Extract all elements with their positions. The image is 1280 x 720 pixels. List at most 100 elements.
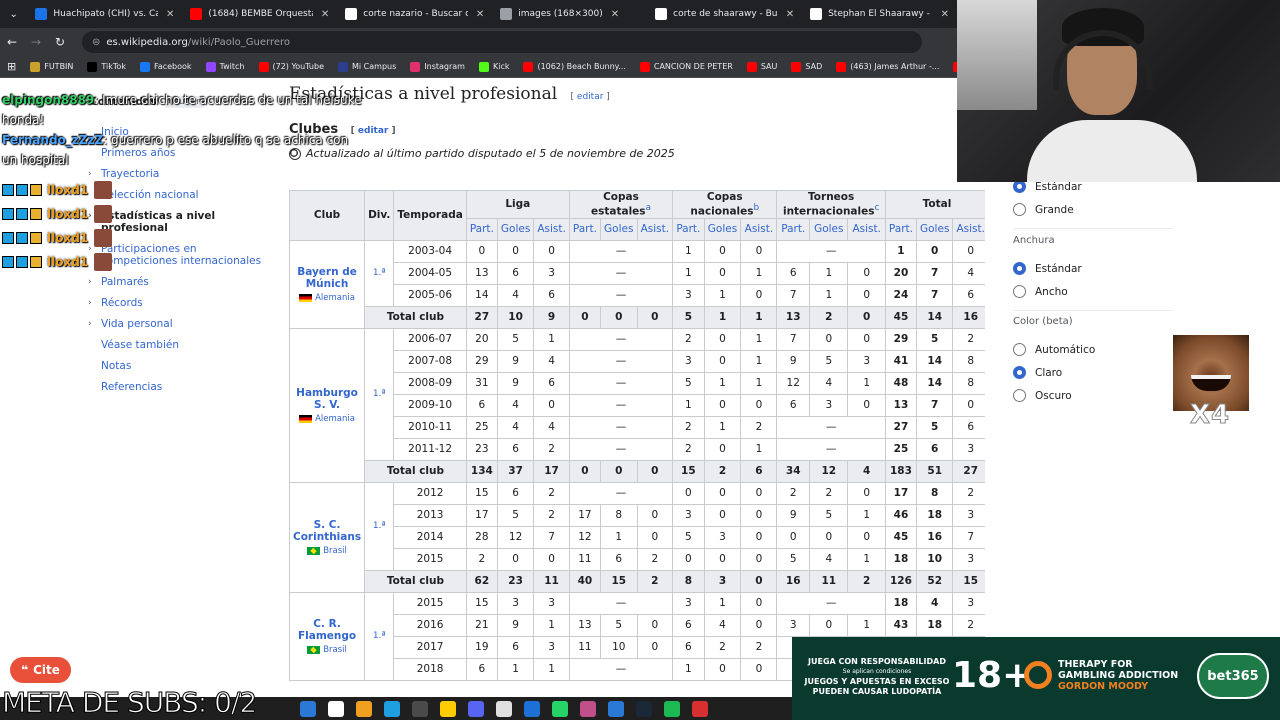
taskbar-app-icon[interactable]: [636, 700, 652, 717]
tab-title: Huachipato (CHI) vs. Carabobo: [53, 9, 158, 19]
bookmark-item[interactable]: Kick: [472, 61, 517, 72]
tab-close-icon[interactable]: ✕: [786, 9, 794, 20]
taskbar-app-icon[interactable]: [384, 700, 400, 717]
bookmark-item[interactable]: SAU: [740, 61, 785, 72]
toc-item[interactable]: › Vida personal: [88, 318, 270, 330]
note-a-link[interactable]: a: [646, 203, 651, 213]
stat-cell: 4: [496, 283, 535, 307]
browser-tab[interactable]: images (168×300) ✕: [492, 0, 647, 28]
color-auto-option[interactable]: Automático: [1013, 343, 1095, 356]
width-wide-option[interactable]: Ancho: [1013, 285, 1068, 298]
country-link[interactable]: Brasil: [323, 546, 347, 556]
bookmark-item[interactable]: Facebook: [133, 61, 199, 72]
radio-icon[interactable]: [1013, 285, 1026, 298]
browser-tab[interactable]: Huachipato (CHI) vs. Carabobo ✕: [27, 0, 182, 28]
tab-title: corte nazario - Buscar con Goo: [363, 9, 468, 19]
edit-link-text[interactable]: editar: [577, 92, 604, 102]
browser-tab[interactable]: (1684) BEMBE Orquesta - El Co ✕: [182, 0, 337, 28]
tab-close-icon[interactable]: ✕: [166, 9, 174, 20]
club-name-link[interactable]: C. R. Flamengo: [293, 618, 361, 642]
bookmark-item[interactable]: TikTok: [80, 61, 133, 72]
bookmark-item[interactable]: (463) James Arthur -...: [829, 61, 946, 72]
bookmark-item[interactable]: (1062) Beach Bunny...: [516, 61, 632, 72]
taskbar-app-icon[interactable]: [412, 700, 428, 717]
division-link[interactable]: 1.ª: [364, 481, 395, 571]
stat-cell: 18: [915, 613, 954, 637]
stat-cell: 0: [847, 283, 886, 307]
browser-tab[interactable]: corte nazario - Buscar con Goo ✕: [337, 0, 492, 28]
toc-item[interactable]: › Récords: [88, 297, 270, 309]
chevron-right-icon[interactable]: ›: [88, 276, 92, 288]
taskbar-app-icon[interactable]: [664, 700, 680, 717]
taskbar-app-icon[interactable]: [468, 700, 484, 717]
radio-selected-icon[interactable]: [1013, 366, 1026, 379]
text-size-large-option[interactable]: Grande: [1013, 203, 1074, 216]
bookmark-item[interactable]: Twitch: [199, 61, 252, 72]
site-info-icon[interactable]: ⊜: [92, 37, 100, 48]
tab-close-icon[interactable]: ✕: [611, 9, 619, 20]
division-link[interactable]: 1.ª: [364, 591, 395, 681]
country-link[interactable]: Alemania: [315, 293, 355, 303]
toc-item[interactable]: Notas: [90, 360, 270, 372]
club-name-link[interactable]: Hamburgo S. V.: [293, 387, 361, 411]
edit-link-text[interactable]: editar: [358, 126, 388, 136]
division-link[interactable]: 1.ª: [364, 327, 395, 461]
apps-icon[interactable]: ⊞: [0, 60, 23, 73]
badge-icon: [16, 256, 28, 268]
taskbar-app-icon[interactable]: [300, 700, 316, 717]
reload-icon[interactable]: ↻: [48, 35, 72, 49]
tab-search-icon[interactable]: ⌄: [0, 9, 27, 20]
browser-tab[interactable]: Stephan El Shaarawy - Wikiped ✕: [802, 0, 957, 28]
taskbar-app-icon[interactable]: [580, 700, 596, 717]
stat-cell: 11: [568, 635, 601, 659]
empty-group-cell: —: [568, 371, 674, 395]
toc-item[interactable]: Referencias: [90, 381, 270, 393]
section-edit-link[interactable]: [ editar ]: [571, 92, 610, 102]
tab-close-icon[interactable]: ✕: [476, 9, 484, 20]
address-bar[interactable]: ⊜ es.wikipedia.org /wiki/Paolo_Guerrero: [82, 31, 922, 53]
taskbar-app-icon[interactable]: [608, 700, 624, 717]
toc-item[interactable]: Véase también: [90, 339, 270, 351]
taskbar-app-icon[interactable]: [496, 700, 512, 717]
chevron-right-icon[interactable]: ›: [88, 297, 92, 309]
total-cell: 0: [568, 305, 601, 329]
taskbar-app-icon[interactable]: [552, 700, 568, 717]
empty-group-cell: —: [568, 261, 674, 285]
club-name-link[interactable]: S. C. Corinthians: [293, 519, 361, 543]
radio-icon[interactable]: [1013, 343, 1026, 356]
bookmark-item[interactable]: Mi Campus: [331, 61, 403, 72]
forward-icon[interactable]: →: [24, 35, 48, 49]
taskbar-app-icon[interactable]: [328, 700, 344, 717]
tab-close-icon[interactable]: ✕: [941, 9, 949, 20]
bookmark-item[interactable]: Instagram: [403, 61, 472, 72]
width-standard-option[interactable]: Estándar: [1013, 262, 1082, 275]
taskbar-app-icon[interactable]: [440, 700, 456, 717]
chevron-right-icon[interactable]: ›: [88, 318, 92, 330]
club-name-link[interactable]: Bayern de Múnich: [293, 266, 361, 290]
color-dark-option[interactable]: Oscuro: [1013, 389, 1072, 402]
taskbar-app-icon[interactable]: [524, 700, 540, 717]
bookmark-item[interactable]: CANCION DE PETER: [633, 61, 740, 72]
cite-button[interactable]: ❝ Cite: [10, 657, 71, 683]
bookmark-item[interactable]: FUTBIN: [23, 61, 80, 72]
bookmark-item[interactable]: (72) YouTube: [252, 61, 332, 72]
subheader-asist: Asist.: [740, 217, 778, 241]
country-link[interactable]: Alemania: [315, 414, 355, 424]
division-link[interactable]: 1.ª: [364, 239, 395, 307]
radio-selected-icon[interactable]: [1013, 262, 1026, 275]
note-c-link[interactable]: c: [875, 203, 880, 213]
browser-tab[interactable]: corte de shaarawy - Buscar con ✕: [647, 0, 802, 28]
note-b-link[interactable]: b: [754, 203, 760, 213]
back-icon[interactable]: ←: [0, 35, 24, 49]
taskbar-app-icon[interactable]: [692, 700, 708, 717]
radio-icon[interactable]: [1013, 389, 1026, 402]
taskbar-app-icon[interactable]: [356, 700, 372, 717]
toc-item[interactable]: › Palmarés: [88, 276, 270, 288]
radio-icon[interactable]: [1013, 203, 1026, 216]
country-link[interactable]: Brasil: [323, 645, 347, 655]
bookmarks-bar: ⊞ FUTBIN TikTok Facebook Twitch (72) YouTube…: [0, 56, 1038, 78]
color-light-option[interactable]: Claro: [1013, 366, 1062, 379]
badge-icon: [30, 256, 42, 268]
tab-close-icon[interactable]: ✕: [321, 9, 329, 20]
bookmark-item[interactable]: SAD: [784, 61, 829, 72]
